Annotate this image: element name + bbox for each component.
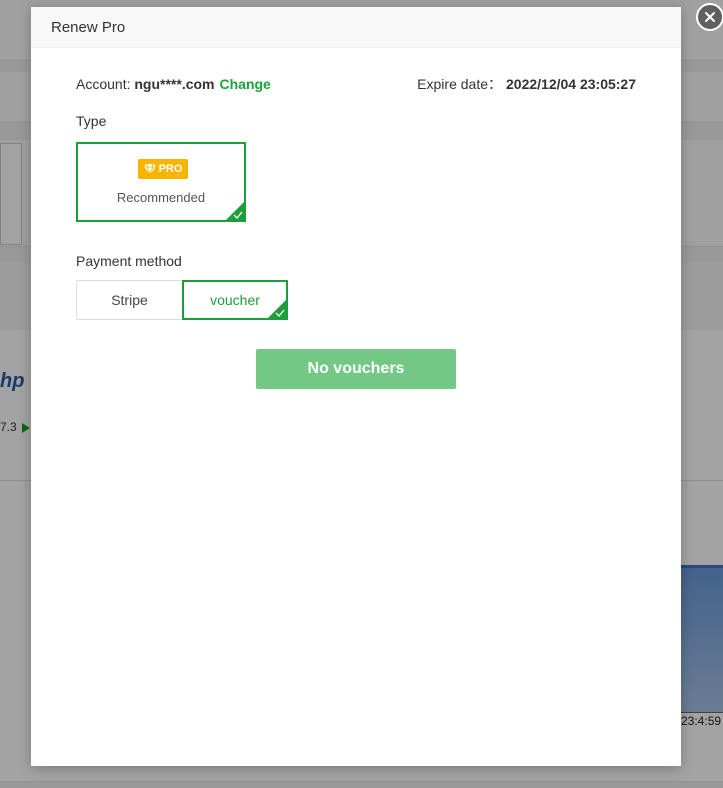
no-vouchers-button[interactable]: No vouchers bbox=[256, 349, 456, 389]
account-info: Account: ngu****.com Change bbox=[76, 76, 271, 92]
payment-option-label: Stripe bbox=[111, 292, 148, 308]
payment-option-stripe[interactable]: Stripe bbox=[76, 280, 182, 320]
payment-method-group: Stripe voucher bbox=[76, 280, 288, 320]
account-row: Account: ngu****.com Change Expire date： 2… bbox=[76, 74, 636, 94]
renew-pro-dialog: Renew Pro Account: ngu****.com Change Exp… bbox=[31, 3, 723, 766]
account-label: Account: bbox=[76, 76, 135, 92]
checkmark-icon bbox=[233, 211, 243, 219]
type-label: Type bbox=[76, 113, 107, 129]
type-card-caption: Recommended bbox=[116, 190, 206, 205]
payment-option-label: voucher bbox=[210, 292, 260, 308]
account-value: ngu****.com bbox=[134, 76, 215, 92]
close-icon bbox=[705, 12, 715, 22]
payment-method-label: Payment method bbox=[76, 253, 182, 269]
checkmark-icon bbox=[275, 309, 285, 317]
type-card-pro[interactable]: PRO Recommended bbox=[76, 142, 246, 222]
expire-value: 2022/12/04 23:05:27 bbox=[506, 76, 636, 92]
diamond-icon bbox=[143, 164, 156, 174]
dialog-title: Renew Pro bbox=[51, 18, 126, 36]
pro-badge: PRO bbox=[138, 159, 188, 179]
dialog-header: Renew Pro bbox=[31, 7, 681, 48]
change-account-link[interactable]: Change bbox=[220, 76, 271, 92]
pro-badge-text: PRO bbox=[158, 163, 183, 175]
expire-info: Expire date： 2022/12/04 23:05:27 bbox=[417, 74, 636, 94]
expire-label: Expire date： bbox=[417, 76, 502, 92]
payment-option-voucher[interactable]: voucher bbox=[182, 280, 288, 320]
close-button[interactable] bbox=[696, 3, 723, 31]
